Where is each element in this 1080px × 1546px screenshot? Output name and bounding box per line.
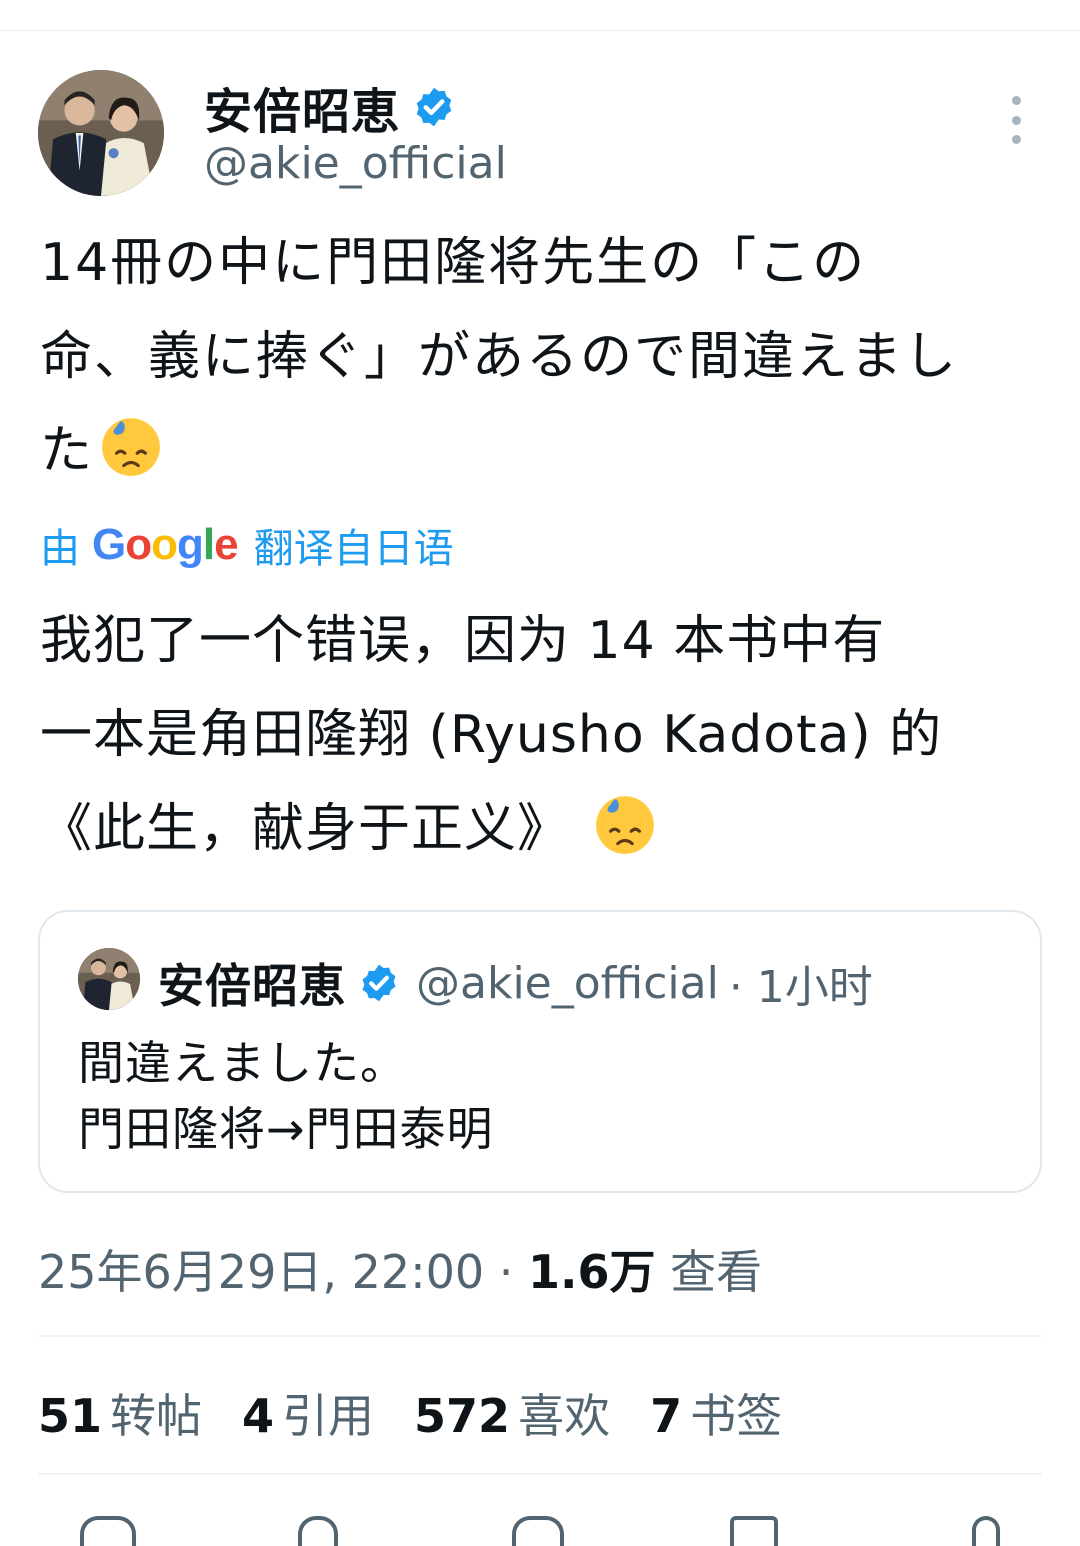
views-count: 1.6万 (528, 1245, 656, 1299)
avatar-photo-icon (38, 70, 164, 196)
stat-bookmarks[interactable]: 7 书签 (650, 1380, 782, 1446)
repost-icon[interactable] (298, 1516, 338, 1546)
quoted-author-avatar (78, 948, 140, 1010)
divider (38, 1473, 1042, 1475)
google-logo: Google (92, 520, 239, 569)
more-options-icon[interactable] (998, 96, 1034, 144)
tweet-line: 14冊の中に門田隆将先生の「この (40, 233, 867, 293)
translation-line: 我犯了一个错误，因为 14 本书中有 (40, 611, 886, 671)
quoted-tweet-time: · 1小时 (728, 962, 873, 1013)
quoted-tweet-body: 間違えました。 門田隆将→門田泰明 (78, 1036, 494, 1156)
share-icon[interactable] (972, 1516, 1000, 1546)
quoted-author-handle: @akie_official (416, 957, 719, 1009)
downcast-face-with-sweat-icon (592, 790, 658, 856)
downcast-face-with-sweat-icon (98, 412, 164, 478)
translated-text: 我犯了一个错误，因为 14 本书中有 一本是角田隆翔 (Ryusho Kadot… (40, 594, 1050, 876)
tweet-meta: 25年6月29日, 22:00 · 1.6万 查看 (38, 1236, 762, 1302)
author-display-name[interactable]: 安倍昭恵 (204, 72, 400, 142)
top-divider (0, 30, 1080, 31)
divider (38, 1335, 1042, 1337)
translate-suffix: 翻译自日语 (253, 526, 454, 572)
translate-prefix: 由 (40, 526, 80, 572)
author-handle[interactable]: @akie_official (204, 138, 507, 189)
verified-badge-icon (358, 962, 400, 1004)
author-avatar[interactable] (38, 70, 164, 196)
stat-likes[interactable]: 572 喜欢 (414, 1380, 610, 1446)
engagement-stats: 51 转帖 4 引用 572 喜欢 7 书签 (38, 1380, 822, 1446)
quoted-tweet-card[interactable]: 安倍昭恵 @akie_official · 1小时 間違えました。 門田隆将→門… (38, 910, 1042, 1193)
translation-line: 《此生，献身于正义》 (40, 782, 1050, 876)
tweet-text: 14冊の中に門田隆将先生の「この 命、義に捧ぐ」があるので間違えまし た (40, 216, 1050, 498)
tweet-line: た (40, 404, 1050, 498)
stat-reposts[interactable]: 51 转帖 (38, 1380, 202, 1446)
avatar-photo-icon (78, 948, 140, 1010)
reply-icon[interactable] (80, 1516, 136, 1546)
quoted-author-name: 安倍昭恵 (158, 959, 346, 1013)
views-label: 查看 (670, 1245, 763, 1299)
like-icon[interactable] (512, 1516, 564, 1546)
tweet-datetime[interactable]: 25年6月29日, 22:00 · (38, 1245, 513, 1299)
bookmark-icon[interactable] (730, 1516, 778, 1546)
translate-link[interactable]: 由 Google 翻译自日语 (40, 516, 454, 574)
translation-line: 一本是角田隆翔 (Ryusho Kadota) 的 (40, 705, 943, 765)
stat-quotes[interactable]: 4 引用 (242, 1380, 374, 1446)
tweet-line: 命、義に捧ぐ」があるので間違えまし (40, 327, 959, 387)
verified-badge-icon (412, 85, 456, 129)
